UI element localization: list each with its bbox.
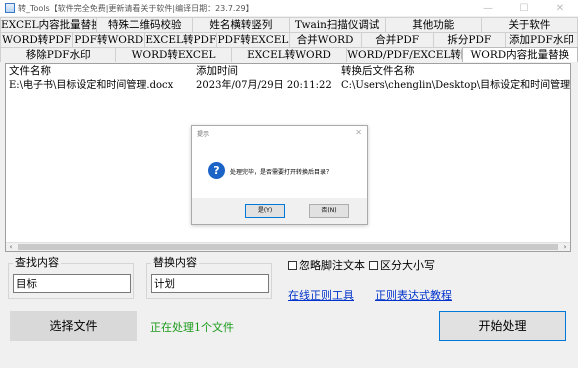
app-icon (5, 3, 15, 13)
window-title: 转_Tools【软件完全免费|更新请看关于软件|编译日期：23.7.29】 (18, 3, 254, 13)
regex-tutorial-link[interactable]: 正则表达式教程 (375, 287, 452, 303)
tab-row-1: EXCEL内容批量替换 特殊二维码校验 姓名横转竖列 Twain扫描仪调试 其他… (0, 17, 578, 32)
find-label: 查找内容 (13, 256, 61, 270)
horizontal-scrollbar[interactable]: ‹ › (6, 242, 570, 251)
tab-excel-to-pdf[interactable]: EXCEL转PDF (144, 32, 217, 47)
ignore-footnotes-label[interactable]: 忽略脚注文本 (299, 257, 365, 273)
minimize-button[interactable]: — (470, 0, 506, 16)
tab-to-image[interactable]: WORD/PDF/EXCEL转图片 (346, 47, 462, 62)
dialog-message: 处理完毕，是否需要打开转换后目录？ (230, 169, 333, 176)
column-header-added-time[interactable]: 添加时间 (194, 64, 337, 78)
tab-about[interactable]: 关于软件 (480, 17, 578, 32)
select-files-button[interactable]: 选择文件 (10, 311, 137, 341)
replace-group: 替换内容 (146, 256, 272, 299)
case-sensitive-label[interactable]: 区分大小写 (380, 257, 435, 273)
tab-merge-pdf[interactable]: 合并PDF (360, 32, 433, 47)
cell-added-time: 2023年/07月/29日 20:11:22 (196, 80, 332, 91)
scrollbar-thumb[interactable] (18, 244, 558, 250)
options-row: 忽略脚注文本 区分大小写 (288, 257, 439, 273)
maximize-button[interactable]: ☐ (506, 0, 542, 16)
replace-label: 替换内容 (151, 256, 199, 270)
question-icon: ? (208, 162, 225, 179)
tab-row-2: WORD转PDF PDF转WORD EXCEL转PDF PDF转EXCEL 合并… (0, 32, 578, 47)
tab-add-pdf-watermark[interactable]: 添加PDF水印 (504, 32, 578, 47)
file-list-header: 文件名称 添加时间 转换后文件名称 (6, 64, 570, 78)
cell-output-name: C:\Users\chenglin\Desktop\目标设定和时间管理.docx (341, 80, 570, 91)
tab-row-3: 移除PDF水印 WORD转EXCEL EXCEL转WORD WORD/PDF/E… (0, 47, 578, 62)
tab-excel-to-word[interactable]: EXCEL转WORD (230, 47, 347, 62)
title-bar: 转_Tools【软件完全免费|更新请看关于软件|编译日期：23.7.29】 — … (0, 0, 578, 16)
window-controls: — ☐ ✕ (470, 0, 578, 16)
find-input[interactable] (13, 274, 131, 293)
dialog-yes-button[interactable]: 是(Y) (245, 204, 285, 218)
dialog-footer: 是(Y) 否(N) (192, 198, 367, 224)
ignore-footnotes-checkbox[interactable] (288, 260, 297, 270)
replace-input[interactable] (151, 274, 269, 293)
scroll-left-icon[interactable]: ‹ (6, 243, 16, 251)
dialog-title: 提示 (197, 131, 210, 138)
cell-filename: E:\电子书\目标设定和时间管理.docx (9, 80, 174, 91)
dialog-close-icon[interactable]: ✕ (355, 128, 362, 137)
tab-split-pdf[interactable]: 拆分PDF (432, 32, 505, 47)
column-header-filename[interactable]: 文件名称 (6, 64, 194, 78)
tab-remove-pdf-watermark[interactable]: 移除PDF水印 (0, 47, 116, 62)
tab-merge-word[interactable]: 合并WORD (288, 32, 361, 47)
find-group: 查找内容 (8, 256, 134, 299)
case-sensitive-checkbox[interactable] (369, 260, 378, 270)
tab-other-functions[interactable]: 其他功能 (384, 17, 481, 32)
table-row[interactable]: E:\电子书\目标设定和时间管理.docx 2023年/07月/29日 20:1… (6, 78, 570, 94)
close-button[interactable]: ✕ (542, 0, 578, 16)
tab-name-transpose[interactable]: 姓名横转竖列 (192, 17, 289, 32)
dialog-no-button[interactable]: 否(N) (309, 204, 349, 218)
status-text: 正在处理1个文件 (150, 321, 234, 334)
message-dialog: 提示 ✕ ? 处理完毕，是否需要打开转换后目录？ 是(Y) 否(N) (191, 125, 368, 225)
tab-excel-batch-replace[interactable]: EXCEL内容批量替换 (0, 17, 97, 32)
column-header-output-name[interactable]: 转换后文件名称 (337, 64, 570, 78)
tab-pdf-to-word[interactable]: PDF转WORD (72, 32, 145, 47)
tab-pdf-to-excel[interactable]: PDF转EXCEL (216, 32, 289, 47)
tab-word-to-excel[interactable]: WORD转EXCEL (115, 47, 231, 62)
online-regex-link[interactable]: 在线正则工具 (288, 287, 354, 303)
tab-twain-debug[interactable]: Twain扫描仪调试 (288, 17, 385, 32)
scroll-right-icon[interactable]: › (560, 243, 570, 251)
start-button[interactable]: 开始处理 (439, 311, 566, 341)
tab-word-to-pdf[interactable]: WORD转PDF (0, 32, 73, 47)
tab-word-batch-replace[interactable]: WORD内容批量替换 (461, 47, 578, 62)
tab-qrcode-check[interactable]: 特殊二维码校验 (96, 17, 193, 32)
